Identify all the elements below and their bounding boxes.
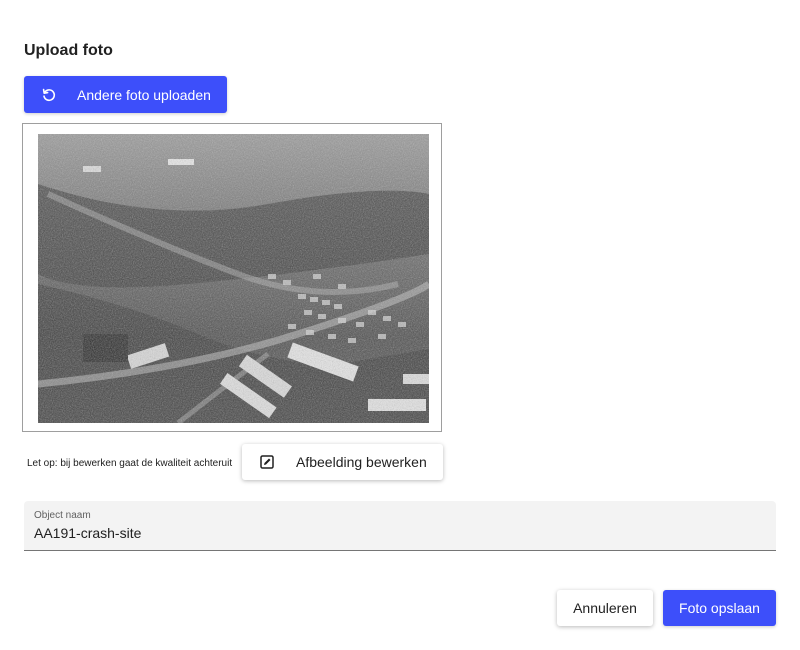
photo-image xyxy=(38,134,429,423)
upload-other-photo-button[interactable]: Andere foto uploaden xyxy=(24,76,227,113)
object-name-input[interactable] xyxy=(34,525,754,541)
cancel-button[interactable]: Annuleren xyxy=(557,590,653,626)
upload-button-label: Andere foto uploaden xyxy=(77,86,211,103)
edit-image-button[interactable]: Afbeelding bewerken xyxy=(242,444,443,480)
edit-quality-note: Let op: bij bewerken gaat de kwaliteit a… xyxy=(27,458,233,469)
upload-photo-dialog: Upload foto Andere foto uploaden Let op:… xyxy=(0,0,800,650)
undo-icon xyxy=(41,87,57,103)
save-photo-button[interactable]: Foto opslaan xyxy=(663,590,776,626)
edit-button-label: Afbeelding bewerken xyxy=(296,454,427,470)
dialog-title: Upload foto xyxy=(24,42,113,59)
photo-preview xyxy=(22,123,442,432)
object-name-label: Object naam xyxy=(34,510,91,521)
edit-icon xyxy=(260,455,274,469)
object-name-field[interactable]: Object naam xyxy=(24,501,776,551)
